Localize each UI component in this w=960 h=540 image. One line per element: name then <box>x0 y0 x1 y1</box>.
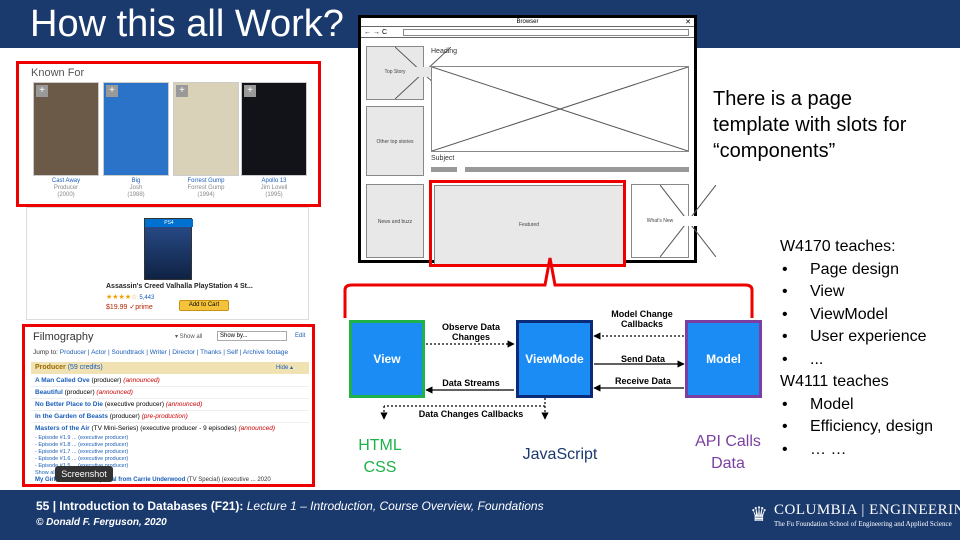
view-tech-label: HTML CSS <box>358 437 402 476</box>
footer-author: © Donald F. Ferguson, 2020 <box>36 517 167 528</box>
featured-bracket <box>343 257 754 318</box>
mvvm-connectors <box>343 257 754 420</box>
footer-course-line: 55 | Introduction to Databases (F21): Le… <box>36 499 544 513</box>
model-tech-label: API Calls Data <box>695 433 761 472</box>
logo-sub-text: The Fu Foundation School of Engineering … <box>774 520 952 528</box>
view-node: View <box>349 320 425 398</box>
viewmodel-tech-label: JavaScript <box>522 446 598 463</box>
crown-icon: ♛ <box>750 504 768 526</box>
slide-footer: 55 | Introduction to Databases (F21): Le… <box>0 490 960 540</box>
observe-label: Observe Data Changes <box>441 322 501 342</box>
data-streams-label: Data Streams <box>442 378 500 388</box>
receive-data-label: Receive Data <box>614 376 672 386</box>
data-changes-callbacks-label: Data Changes Callbacks <box>418 409 524 419</box>
model-change-callbacks-label: Model Change Callbacks <box>611 309 673 329</box>
send-data-label: Send Data <box>620 354 665 364</box>
data-changes-callbacks-arrow <box>384 398 546 407</box>
model-node: Model <box>685 320 762 398</box>
viewmodel-node: ViewMode <box>516 320 593 398</box>
columbia-engineering-logo: ♛ COLUMBIA | ENGINEERING The Fu Foundati… <box>750 498 960 534</box>
logo-main-text: COLUMBIA | ENGINEERING <box>774 502 960 518</box>
